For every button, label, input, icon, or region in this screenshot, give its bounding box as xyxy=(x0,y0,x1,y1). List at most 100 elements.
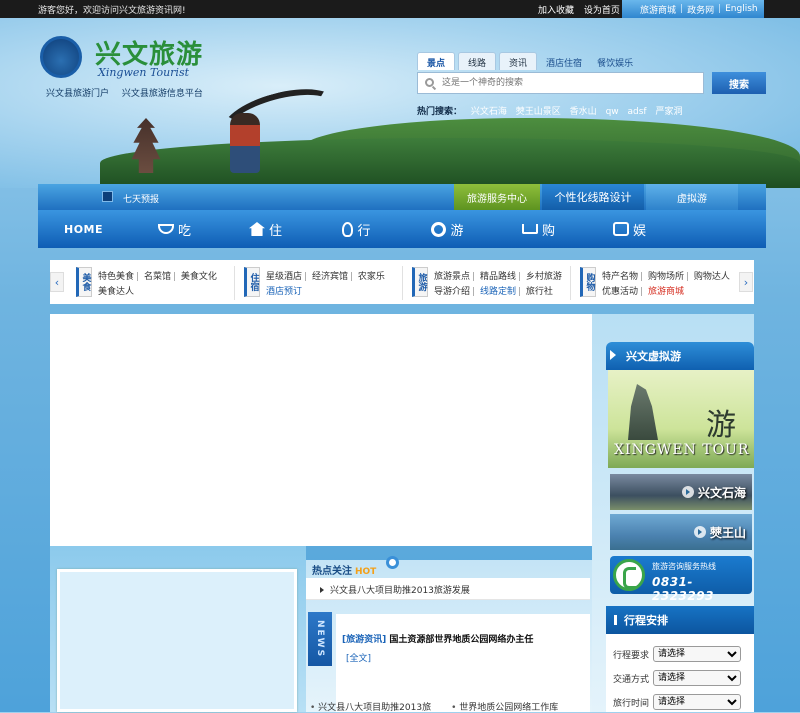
nav-label: 娱 xyxy=(632,223,646,239)
itinerary-select[interactable]: 请选择 xyxy=(653,670,742,686)
mall-link[interactable]: 旅游商城 xyxy=(640,3,676,16)
category-link[interactable]: 精品路线 xyxy=(480,272,516,282)
category-link[interactable]: 优惠活动 xyxy=(602,287,638,297)
service-center-tab[interactable]: 旅游服务中心 xyxy=(454,184,540,210)
government-link[interactable]: 政务网 xyxy=(687,3,714,16)
weather-icon xyxy=(102,191,113,202)
category-link[interactable]: 经济宾馆 xyxy=(312,272,348,282)
category-link[interactable]: 乡村旅游 xyxy=(526,272,562,282)
main-banner xyxy=(50,314,592,546)
portal-link-1[interactable]: 兴文县旅游门户 xyxy=(46,89,109,99)
itinerary-row: 旅行时间 请选择 xyxy=(613,694,742,710)
category-link[interactable]: 美食达人 xyxy=(98,287,134,297)
chevron-right-icon[interactable]: › xyxy=(739,272,753,292)
news-full-link[interactable]: [全文] xyxy=(346,651,371,664)
category-link[interactable]: 导游介绍 xyxy=(434,287,470,297)
category-link[interactable]: 美食文化 xyxy=(181,272,217,282)
search-tab-hotel[interactable]: 酒店住宿 xyxy=(540,52,588,70)
nav-stay[interactable]: 住 xyxy=(220,210,311,248)
nav-shop[interactable]: 购 xyxy=(493,210,584,248)
hot-focus-item[interactable]: 兴文县八大项目助推2013旅游发展 xyxy=(306,578,590,600)
news-list-item[interactable]: 兴文县八大项目助推2013旅 xyxy=(310,700,431,713)
sub-bar: 七天预报 旅游服务中心 个性化线路设计 虚拟游 xyxy=(38,184,766,210)
search-box xyxy=(417,72,704,94)
category-link[interactable]: 星级酒店 xyxy=(266,272,302,282)
scenery-illustration xyxy=(100,78,800,188)
spot-stone-sea[interactable]: 兴文石海 xyxy=(610,474,752,510)
category-link[interactable]: 旅游景点 xyxy=(434,272,470,282)
swirl-icon xyxy=(431,221,447,237)
hotline-label: 旅游咨询服务热线 xyxy=(652,562,716,571)
play-icon xyxy=(681,486,694,498)
nav-label: 购 xyxy=(541,223,555,239)
itinerary-title: 行程安排 xyxy=(606,606,754,634)
nav-travel[interactable]: 行 xyxy=(311,210,402,248)
news-card xyxy=(336,614,590,712)
nav-home-label: HOME xyxy=(63,222,104,236)
itinerary-select[interactable]: 请选择 xyxy=(653,646,742,662)
category-link[interactable]: 旅游商城 xyxy=(648,287,684,297)
site-logo-en: Xingwen Tourist xyxy=(98,66,190,79)
category-badge: 美食 xyxy=(76,267,92,297)
magnifier-icon xyxy=(386,556,399,569)
search-input[interactable] xyxy=(442,76,692,90)
hot-focus-label: 热点关注 xyxy=(312,566,352,577)
dancer-figure xyxy=(230,113,260,173)
nav-home[interactable]: HOME xyxy=(38,210,129,248)
custom-route-tab[interactable]: 个性化线路设计 xyxy=(542,184,644,210)
nav-label: 行 xyxy=(357,223,371,239)
itinerary-select[interactable]: 请选择 xyxy=(653,694,742,710)
weather-forecast-link[interactable]: 七天预报 xyxy=(123,192,159,205)
search-tab-news[interactable]: 资讯 xyxy=(499,52,538,70)
category-link[interactable]: 农家乐 xyxy=(358,272,385,282)
search-icon xyxy=(425,78,434,87)
search-tab-route[interactable]: 线路 xyxy=(458,52,497,70)
portal-link-2[interactable]: 兴文县旅游信息平台 xyxy=(122,89,203,99)
news-category: [旅游资讯] xyxy=(342,635,387,645)
news-list-item[interactable]: 世界地质公园网络工作库 xyxy=(451,700,558,713)
hot-term[interactable]: 兴文石海 xyxy=(471,107,507,117)
search-tabs: 景点 线路 资讯 酒店住宿 餐饮娱乐 xyxy=(417,52,639,70)
nav-eat[interactable]: 吃 xyxy=(129,210,220,248)
hot-term[interactable]: 严家洞 xyxy=(655,107,682,117)
category-link[interactable]: 特产名物 xyxy=(602,272,638,282)
news-title-text: 国土资源部世界地质公园网络办主任 xyxy=(389,635,534,645)
top-bar: 游客您好，欢迎访问兴文旅游资讯网! 加入收藏 设为首页 旅游商城 | 政务网 |… xyxy=(0,0,800,18)
add-favorite-link[interactable]: 加入收藏 xyxy=(538,6,574,16)
nav-fun[interactable]: 娱 xyxy=(584,210,675,248)
news-headline[interactable]: [旅游资讯] 国土资源部世界地质公园网络办主任 xyxy=(342,632,533,645)
category-link[interactable]: 旅行社 xyxy=(526,287,553,297)
bowl-icon xyxy=(157,224,174,234)
virtual-tour-tab[interactable]: 虚拟游 xyxy=(646,184,738,210)
search-tab-scenic[interactable]: 景点 xyxy=(417,52,456,70)
search-button[interactable]: 搜索 xyxy=(712,72,766,94)
photo-frame[interactable] xyxy=(57,569,297,712)
category-link[interactable]: 特色美食 xyxy=(98,272,134,282)
hot-term[interactable]: 香水山 xyxy=(570,107,597,117)
category-link[interactable]: 购物场所 xyxy=(648,272,684,282)
set-homepage-link[interactable]: 设为首页 xyxy=(584,6,620,16)
nav-label: 吃 xyxy=(177,223,191,239)
nav-label: 住 xyxy=(268,223,282,239)
category-link[interactable]: 购物达人 xyxy=(694,272,730,282)
spot-bowang-mountain[interactable]: 僰王山 xyxy=(610,514,752,550)
category-link[interactable]: 名菜馆 xyxy=(144,272,171,282)
search-tab-dining[interactable]: 餐饮娱乐 xyxy=(591,52,639,70)
hotline-number: 0831-2323293 xyxy=(652,575,714,603)
spot-label: 兴文石海 xyxy=(697,485,746,500)
hot-focus-title: 热点关注 HOT xyxy=(312,562,376,577)
virtual-tour-image[interactable]: 游 XINGWEN TOUR xyxy=(608,370,754,468)
category-link[interactable]: 线路定制 xyxy=(480,287,516,297)
chevron-left-icon[interactable]: ‹ xyxy=(50,272,64,292)
hot-term[interactable]: adsf xyxy=(628,107,647,117)
news-list: 兴文县八大项目助推2013旅 世界地质公园网络工作库 xyxy=(310,700,592,713)
welcome-text: 游客您好，欢迎访问兴文旅游资讯网! xyxy=(38,6,186,16)
english-link[interactable]: English xyxy=(725,4,758,14)
category-link[interactable]: 酒店预订 xyxy=(266,287,302,297)
hot-term[interactable]: 僰王山景区 xyxy=(516,107,561,117)
logo-icon[interactable] xyxy=(40,36,82,78)
hot-search-label: 热门搜索： xyxy=(417,107,463,117)
itinerary-label: 交通方式 xyxy=(613,674,650,685)
nav-tour[interactable]: 游 xyxy=(402,210,493,248)
hot-term[interactable]: qw xyxy=(606,107,619,117)
